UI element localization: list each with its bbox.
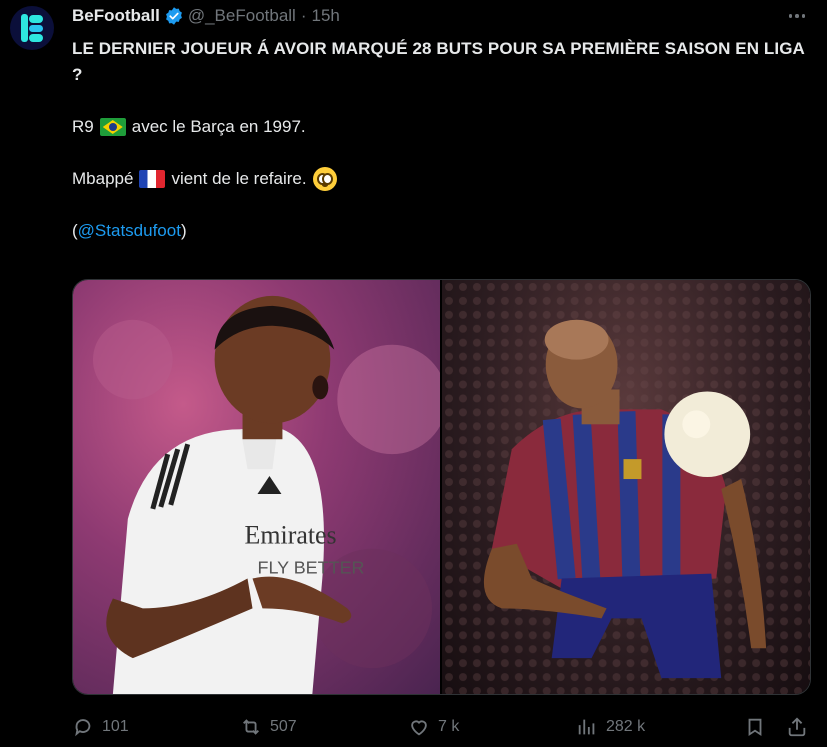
- tweet-headline: LE DERNIER JOUEUR Á AVOIR MARQUÉ 28 BUTS…: [72, 39, 805, 84]
- svg-text:FLY BETTER: FLY BETTER: [257, 558, 364, 578]
- refaire-text: vient de le refaire.: [171, 169, 307, 188]
- reply-count: 101: [102, 718, 129, 735]
- ronaldo-barcelona-photo[interactable]: [442, 280, 810, 694]
- handle[interactable]: @_BeFootball: [188, 6, 296, 26]
- like-button[interactable]: 7 k: [408, 716, 459, 738]
- bookmark-icon: [748, 718, 762, 737]
- mbappe-figure: Emirates FLY BETTER: [92, 295, 440, 694]
- views-button[interactable]: 282 k: [576, 716, 645, 738]
- tweet-text: LE DERNIER JOUEUR Á AVOIR MARQUÉ 28 BUTS…: [72, 36, 817, 244]
- befootball-logo-icon: [21, 14, 43, 42]
- brazil-flag-icon: [99, 118, 126, 136]
- verified-badge-icon: [165, 7, 182, 25]
- mbappe-real-madrid-photo[interactable]: Emirates FLY BETTER: [73, 280, 440, 694]
- tweet-media[interactable]: Emirates FLY BETTER: [72, 279, 811, 695]
- separator-dot: ·: [300, 6, 307, 25]
- r9-text: R9: [72, 117, 94, 136]
- heart-icon: [411, 720, 427, 736]
- mbappe-text: Mbappé: [72, 169, 134, 188]
- display-name[interactable]: BeFootball: [72, 6, 160, 26]
- reply-button[interactable]: 101: [72, 716, 129, 738]
- france-flag-icon: [139, 170, 166, 188]
- more-options-icon[interactable]: [783, 4, 811, 28]
- ronaldo-figure: [442, 280, 810, 694]
- mention-close-paren: ): [180, 221, 187, 240]
- views-chart-icon: [578, 719, 595, 735]
- share-button[interactable]: [786, 716, 808, 738]
- account-avatar[interactable]: [10, 6, 54, 50]
- reply-icon: [75, 719, 91, 737]
- tweet-line-r9: R9 avec le Barça en 1997.: [72, 114, 817, 140]
- share-icon: [788, 717, 806, 737]
- repost-count: 507: [270, 718, 297, 735]
- repost-button[interactable]: 507: [240, 716, 297, 738]
- bookmark-button[interactable]: [744, 716, 766, 738]
- flushed-face-emoji-icon: [312, 167, 337, 191]
- tweet-line-mbappe: Mbappé vient de le refaire.: [72, 166, 817, 192]
- like-count: 7 k: [438, 718, 460, 735]
- repost-icon: [243, 719, 259, 735]
- svg-text:Emirates: Emirates: [245, 521, 337, 550]
- tweet-line-mention: (@Statsdufoot): [72, 218, 817, 244]
- timestamp[interactable]: 15h: [312, 6, 340, 26]
- views-count: 282 k: [606, 718, 646, 735]
- tweet-header: BeFootball @_BeFootball · 15h: [72, 4, 817, 28]
- mention-link[interactable]: @Statsdufoot: [78, 218, 181, 244]
- barca-text: avec le Barça en 1997.: [131, 117, 306, 136]
- tweet-actions: 101 507 7 k 282 k: [72, 712, 817, 742]
